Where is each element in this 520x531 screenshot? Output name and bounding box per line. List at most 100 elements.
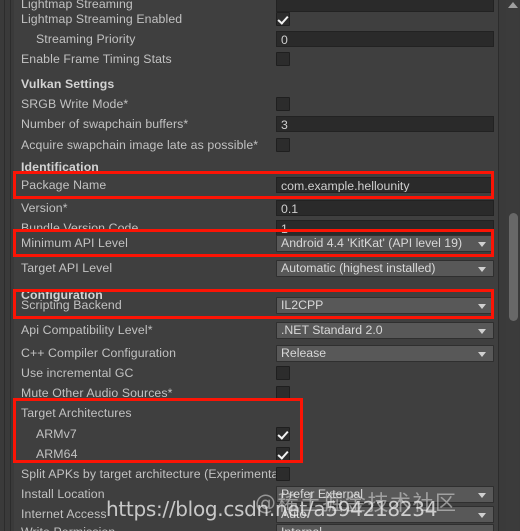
checkbox-mute-other-audio-sources[interactable] bbox=[276, 386, 290, 400]
control-wrap-mute-other-audio-sources bbox=[276, 386, 290, 400]
row-label-arm64: ARM64 bbox=[36, 447, 78, 461]
checkbox-use-incremental-gc[interactable] bbox=[276, 366, 290, 380]
chevron-down-icon bbox=[478, 328, 486, 334]
control-wrap-cpp-compiler-configuration: Release bbox=[276, 344, 494, 362]
checkbox-enable-frame-timing-stats[interactable] bbox=[276, 52, 290, 66]
dropdown-target-api-level[interactable]: Automatic (highest installed) bbox=[276, 259, 494, 277]
settings-row-use-incremental-gc: Use incremental GC bbox=[14, 363, 498, 383]
settings-row-api-compatibility-level: Api Compatibility Level* .NET Standard 2.… bbox=[14, 320, 498, 340]
chevron-down-icon bbox=[478, 512, 486, 518]
dropdown-write-permission[interactable]: Internal bbox=[276, 523, 494, 531]
control-wrap-minimum-api-level: Android 4.4 'KitKat' (API level 19) bbox=[276, 234, 494, 252]
control-wrap-target-api-level: Automatic (highest installed) bbox=[276, 259, 494, 277]
dropdown-value-api-compatibility-level: .NET Standard 2.0 bbox=[281, 322, 383, 337]
section-header-vulkan-settings: Vulkan Settings bbox=[21, 77, 115, 91]
settings-row-cpp-compiler-configuration: C++ Compiler Configuration Release bbox=[14, 343, 498, 363]
dropdown-cpp-compiler-configuration[interactable]: Release bbox=[276, 344, 494, 362]
chevron-down-icon bbox=[478, 492, 486, 498]
row-label-mute-other-audio-sources: Mute Other Audio Sources* bbox=[21, 386, 173, 400]
input-number-of-swapchain-buffers[interactable]: 3 bbox=[276, 116, 494, 132]
dropdown-value-target-api-level: Automatic (highest installed) bbox=[281, 260, 436, 275]
scrollbar-thumb[interactable] bbox=[509, 213, 518, 321]
row-label-acquire-swapchain-image-late: Acquire swapchain image late as possible… bbox=[21, 138, 259, 152]
settings-row-split-apks: Split APKs by target architecture (Exper… bbox=[14, 464, 498, 484]
input-streaming-priority[interactable]: 0 bbox=[276, 31, 494, 47]
checkbox-split-apks[interactable] bbox=[276, 467, 290, 481]
settings-row-streaming-priority: Streaming Priority 0 bbox=[14, 29, 498, 49]
row-label-target-architectures: Target Architectures bbox=[21, 406, 132, 420]
control-wrap-lightmap-streaming-enabled bbox=[276, 12, 290, 26]
input-version[interactable]: 0.1 bbox=[276, 200, 494, 216]
dropdown-internet-access[interactable]: Auto bbox=[276, 505, 494, 523]
row-label-number-of-swapchain-buffers: Number of swapchain buffers* bbox=[21, 117, 189, 131]
triangle-up-icon[interactable] bbox=[508, 2, 518, 8]
control-wrap-use-incremental-gc bbox=[276, 366, 290, 380]
row-label-enable-frame-timing-stats: Enable Frame Timing Stats bbox=[21, 52, 172, 66]
checkbox-arm64[interactable] bbox=[276, 447, 290, 461]
dropdown-install-location[interactable]: Prefer External bbox=[276, 485, 494, 503]
row-label-scripting-backend: Scripting Backend bbox=[21, 298, 122, 312]
control-wrap-internet-access: Auto bbox=[276, 505, 494, 523]
row-label-use-incremental-gc: Use incremental GC bbox=[21, 366, 134, 380]
row-label-write-permission: Write Permission bbox=[14, 522, 115, 531]
settings-row-identification: Identification bbox=[14, 157, 498, 177]
dropdown-value-write-permission: Internal bbox=[281, 525, 322, 531]
settings-row-target-api-level: Target API Level Automatic (highest insta… bbox=[14, 258, 498, 278]
row-label-internet-access: Internet Access bbox=[21, 507, 107, 521]
row-label-version: Version* bbox=[21, 201, 68, 215]
settings-row-package-name: Package Name com.example.hellounity bbox=[14, 175, 498, 195]
window-left-chrome bbox=[0, 0, 14, 531]
settings-row-srgb-write-mode: SRGB Write Mode* bbox=[14, 94, 498, 114]
row-label-target-api-level: Target API Level bbox=[21, 261, 113, 275]
dropdown-value-scripting-backend: IL2CPP bbox=[281, 297, 324, 312]
row-label-minimum-api-level: Minimum API Level bbox=[21, 236, 128, 250]
control-wrap-scripting-backend: IL2CPP bbox=[276, 296, 494, 314]
control-wrap-install-location: Prefer External bbox=[276, 485, 494, 503]
row-label-streaming-priority: Streaming Priority bbox=[36, 32, 136, 46]
row-label-api-compatibility-level: Api Compatibility Level* bbox=[21, 323, 153, 337]
checkbox-acquire-swapchain-image-late[interactable] bbox=[276, 138, 290, 152]
row-label-srgb-write-mode: SRGB Write Mode* bbox=[21, 97, 129, 111]
chevron-down-icon bbox=[478, 303, 486, 309]
row-label-split-apks: Split APKs by target architecture (Exper… bbox=[21, 467, 286, 481]
settings-row-write-permission: Write Permission Internal bbox=[14, 522, 498, 531]
dropdown-api-compatibility-level[interactable]: .NET Standard 2.0 bbox=[276, 321, 494, 339]
control-wrap-split-apks bbox=[276, 467, 290, 481]
checkbox-srgb-write-mode[interactable] bbox=[276, 97, 290, 111]
control-wrap-srgb-write-mode bbox=[276, 97, 290, 111]
settings-row-armv7: ARMv7 bbox=[14, 424, 498, 444]
row-label-lightmap-streaming-enabled: Lightmap Streaming Enabled bbox=[21, 12, 183, 26]
control-wrap-streaming-priority: 0 bbox=[276, 31, 494, 47]
settings-row-target-architectures: Target Architectures bbox=[14, 403, 498, 423]
settings-row-acquire-swapchain-image-late: Acquire swapchain image late as possible… bbox=[14, 135, 498, 155]
dropdown-value-internet-access: Auto bbox=[281, 506, 307, 521]
settings-row-minimum-api-level: Minimum API Level Android 4.4 'KitKat' (A… bbox=[14, 233, 498, 253]
control-wrap-arm64 bbox=[276, 447, 290, 461]
checkbox-armv7[interactable] bbox=[276, 427, 290, 441]
settings-row-vulkan-settings: Vulkan Settings bbox=[14, 74, 498, 94]
settings-row-enable-frame-timing-stats: Enable Frame Timing Stats bbox=[14, 49, 498, 69]
settings-row-install-location: Install Location Prefer External bbox=[14, 484, 498, 504]
settings-row-internet-access: Internet Access Auto bbox=[14, 504, 498, 524]
settings-row-scripting-backend: Scripting Backend IL2CPP bbox=[14, 295, 498, 315]
row-label-package-name: Package Name bbox=[21, 178, 107, 192]
input-package-name[interactable]: com.example.hellounity bbox=[276, 177, 494, 193]
dropdown-value-minimum-api-level: Android 4.4 'KitKat' (API level 19) bbox=[281, 235, 463, 250]
control-wrap-version: 0.1 bbox=[276, 200, 494, 216]
row-label-install-location: Install Location bbox=[21, 487, 105, 501]
control-wrap-api-compatibility-level: .NET Standard 2.0 bbox=[276, 321, 494, 339]
section-header-identification: Identification bbox=[21, 160, 99, 174]
row-label-cpp-compiler-configuration: C++ Compiler Configuration bbox=[21, 346, 177, 360]
chevron-down-icon bbox=[478, 266, 486, 272]
chevron-down-icon bbox=[478, 351, 486, 357]
checkbox-lightmap-streaming-enabled[interactable] bbox=[276, 12, 290, 26]
settings-row-lightmap-streaming-enabled: Lightmap Streaming Enabled bbox=[14, 9, 498, 29]
dropdown-scripting-backend[interactable]: IL2CPP bbox=[276, 296, 494, 314]
dropdown-value-install-location: Prefer External bbox=[281, 486, 364, 501]
vertical-scrollbar[interactable] bbox=[506, 0, 519, 531]
control-wrap-package-name: com.example.hellounity bbox=[276, 177, 494, 193]
dropdown-minimum-api-level[interactable]: Android 4.4 'KitKat' (API level 19) bbox=[276, 234, 494, 252]
control-wrap-enable-frame-timing-stats bbox=[276, 52, 290, 66]
control-wrap-number-of-swapchain-buffers: 3 bbox=[276, 116, 494, 132]
settings-row-version: Version* 0.1 bbox=[14, 198, 498, 218]
